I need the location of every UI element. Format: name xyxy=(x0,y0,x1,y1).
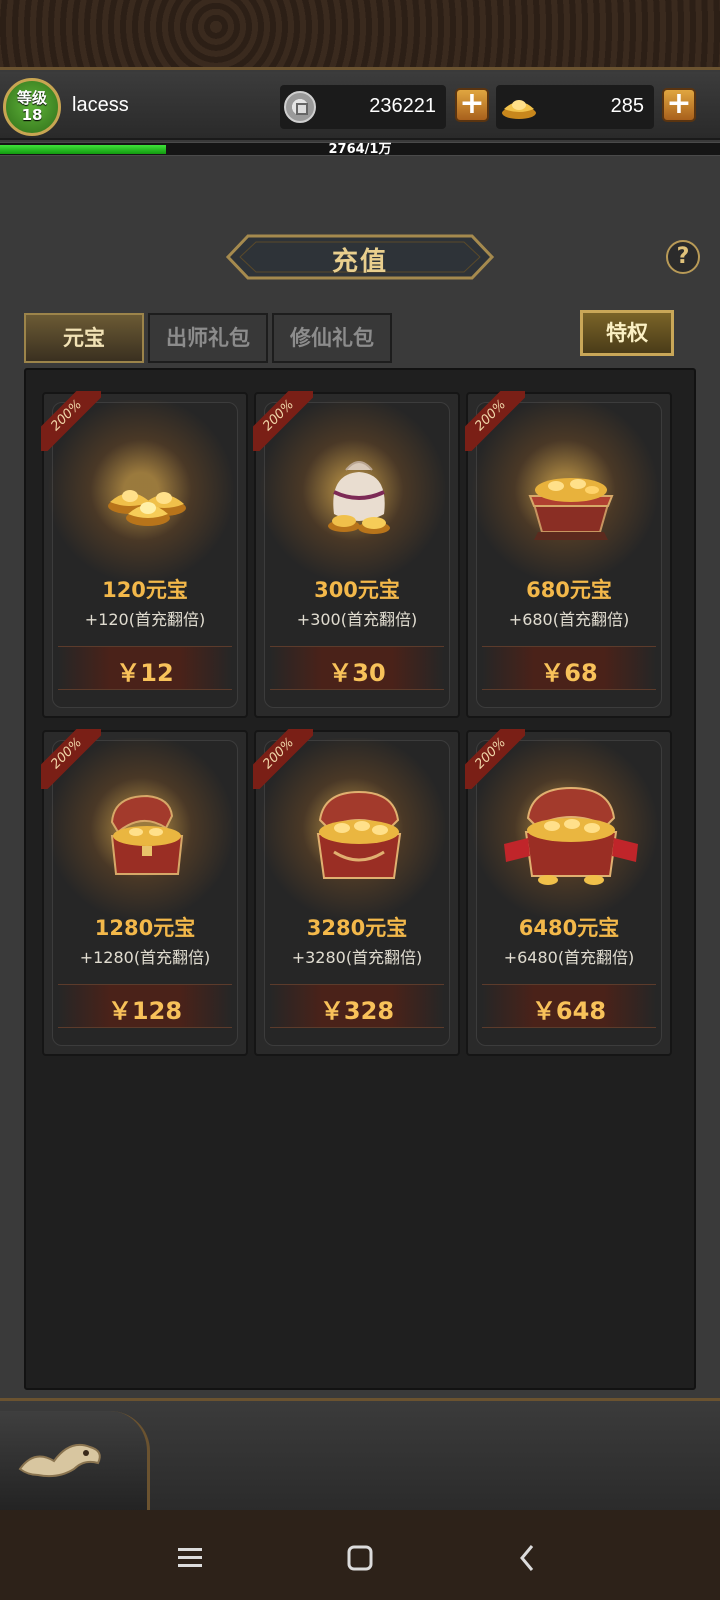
grand-treasure-chest-icon xyxy=(504,786,638,885)
coin-value: 236221 xyxy=(369,95,436,117)
recharge-card[interactable]: 200% 3280元宝 +3280(首充翻倍) ￥328 xyxy=(253,729,460,1056)
card-bonus: +1280(首充翻倍) xyxy=(79,948,211,967)
recharge-card[interactable]: 200% 6480元宝 +6480(首充翻倍) ￥648 xyxy=(465,729,672,1056)
recharge-panel: 200% 120元宝 +120(首充翻倍) ￥12 200% 300元宝 +30… xyxy=(24,368,696,1390)
card-title: 680元宝 xyxy=(526,578,612,602)
treasure-chest-icon xyxy=(110,794,184,875)
dragon-icon xyxy=(18,1443,101,1478)
add-coins-button[interactable]: + xyxy=(455,88,489,122)
bonus-badge: 200% xyxy=(41,391,101,451)
bonus-badge: 200% xyxy=(253,391,313,451)
help-button[interactable]: ? xyxy=(666,240,700,274)
dragon-menu-button[interactable] xyxy=(0,1411,150,1511)
price-button[interactable]: ￥648 xyxy=(482,984,656,1028)
bonus-badge: 200% xyxy=(253,729,313,789)
ingot-balance: 285 xyxy=(496,85,654,129)
bonus-badge: 200% xyxy=(465,729,525,789)
page-title-plate: 充值 xyxy=(226,232,494,282)
card-bonus: +120(首充翻倍) xyxy=(84,610,206,629)
bonus-badge: 200% xyxy=(465,391,525,451)
price-button[interactable]: ￥128 xyxy=(58,984,232,1028)
gold-ingots-icon xyxy=(108,490,186,526)
page-title: 充值 xyxy=(331,247,388,277)
price-label: ￥128 xyxy=(107,997,183,1025)
player-header: 等级 18 lacess 236221 + 285 + xyxy=(0,72,720,140)
recharge-card[interactable]: 200% 120元宝 +120(首充翻倍) ￥12 xyxy=(41,391,248,718)
price-label: ￥12 xyxy=(116,659,174,687)
back-icon[interactable] xyxy=(508,1538,548,1578)
username: lacess xyxy=(72,94,129,116)
tab-graduation-pack[interactable]: 出师礼包 xyxy=(148,313,268,363)
card-title: 300元宝 xyxy=(314,578,400,602)
gold-ingot-icon xyxy=(502,100,536,119)
add-ingots-button[interactable]: + xyxy=(662,88,696,122)
card-bonus: +300(首充翻倍) xyxy=(296,610,418,629)
price-label: ￥68 xyxy=(540,659,598,687)
price-label: ￥30 xyxy=(328,659,386,687)
ingot-bag-icon xyxy=(328,461,390,534)
card-bonus: +680(首充翻倍) xyxy=(508,610,630,629)
home-icon[interactable] xyxy=(340,1538,380,1578)
card-title: 3280元宝 xyxy=(306,916,408,940)
card-title: 1280元宝 xyxy=(94,916,196,940)
level-badge: 等级 18 xyxy=(3,78,61,136)
price-button[interactable]: ￥68 xyxy=(482,646,656,690)
recharge-card[interactable]: 200% 1280元宝 +1280(首充翻倍) ￥128 xyxy=(41,729,248,1056)
top-decor-band xyxy=(0,0,720,70)
price-button[interactable]: ￥328 xyxy=(270,984,444,1028)
large-treasure-chest-icon xyxy=(316,790,402,879)
price-button[interactable]: ￥30 xyxy=(270,646,444,690)
experience-text: 2764/1万 xyxy=(328,142,392,157)
coin-balance: 236221 xyxy=(280,85,446,129)
experience-bar: 2764/1万 xyxy=(0,142,720,156)
tab-yuanbao[interactable]: 元宝 xyxy=(24,313,144,363)
ingot-box-icon xyxy=(528,478,614,540)
coin-icon xyxy=(284,91,316,123)
recharge-card[interactable]: 200% 680元宝 +680(首充翻倍) ￥68 xyxy=(465,391,672,718)
tab-cultivation-pack[interactable]: 修仙礼包 xyxy=(272,313,392,363)
recent-apps-icon[interactable] xyxy=(170,1538,210,1578)
privilege-button[interactable]: 特权 xyxy=(580,310,674,356)
level-value: 18 xyxy=(21,106,43,124)
price-button[interactable]: ￥12 xyxy=(58,646,232,690)
system-nav-bar xyxy=(0,1510,720,1600)
card-bonus: +6480(首充翻倍) xyxy=(503,948,635,967)
bottom-bar xyxy=(0,1398,720,1511)
level-label: 等级 xyxy=(16,89,47,107)
card-title: 120元宝 xyxy=(102,578,188,602)
ingot-value: 285 xyxy=(610,95,644,117)
price-label: ￥648 xyxy=(531,997,607,1025)
price-label: ￥328 xyxy=(319,997,395,1025)
card-bonus: +3280(首充翻倍) xyxy=(291,948,423,967)
bonus-badge: 200% xyxy=(41,729,101,789)
recharge-card[interactable]: 200% 300元宝 +300(首充翻倍) ￥30 xyxy=(253,391,460,718)
card-title: 6480元宝 xyxy=(518,916,620,940)
